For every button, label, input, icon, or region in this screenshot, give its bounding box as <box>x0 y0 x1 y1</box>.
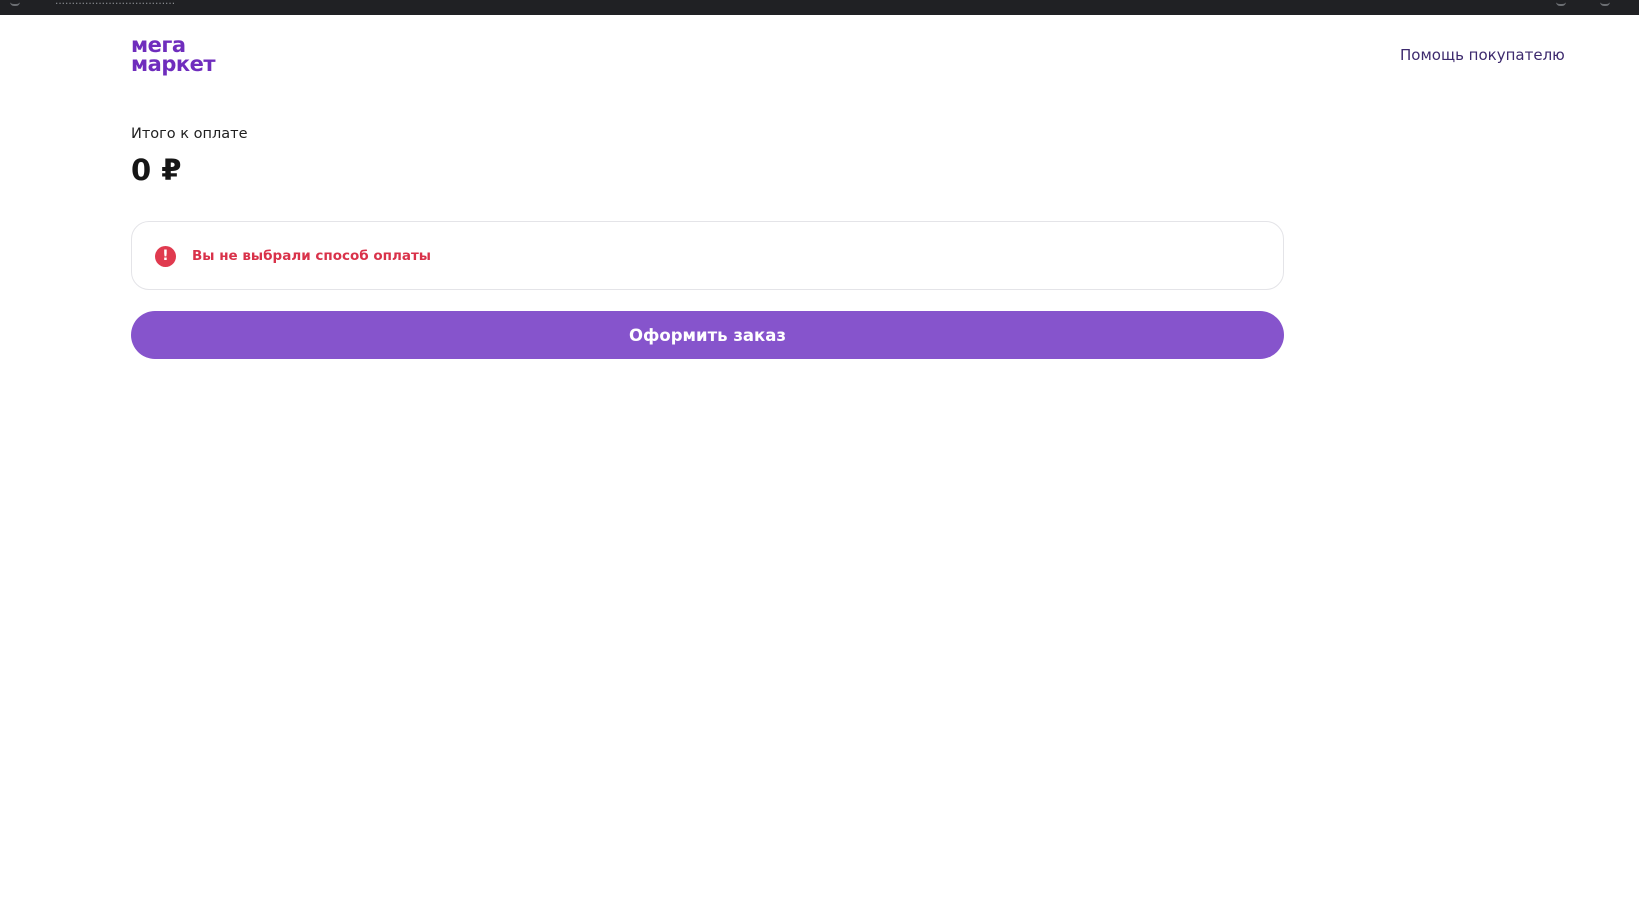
place-order-button[interactable]: Оформить заказ <box>131 311 1284 359</box>
browser-extension-icon[interactable] <box>1556 0 1566 6</box>
total-label: Итого к оплате <box>131 126 248 142</box>
browser-menu-icon[interactable] <box>1600 0 1610 6</box>
browser-address-text: .................................... <box>55 0 176 7</box>
buyer-help-link[interactable]: Помощь покупателю <box>1400 46 1565 64</box>
payment-method-alert: ! Вы не выбрали способ оплаты <box>131 221 1284 290</box>
exclamation-icon: ! <box>155 246 176 267</box>
browser-top-strip: .................................... <box>0 0 1639 15</box>
browser-tab-edge-icon <box>10 0 20 6</box>
megamarket-logo[interactable]: мега маркет <box>131 35 231 76</box>
total-amount: 0 ₽ <box>131 153 182 187</box>
alert-message: Вы не выбрали способ оплаты <box>192 248 432 264</box>
logo-line-2: маркет <box>131 52 216 76</box>
